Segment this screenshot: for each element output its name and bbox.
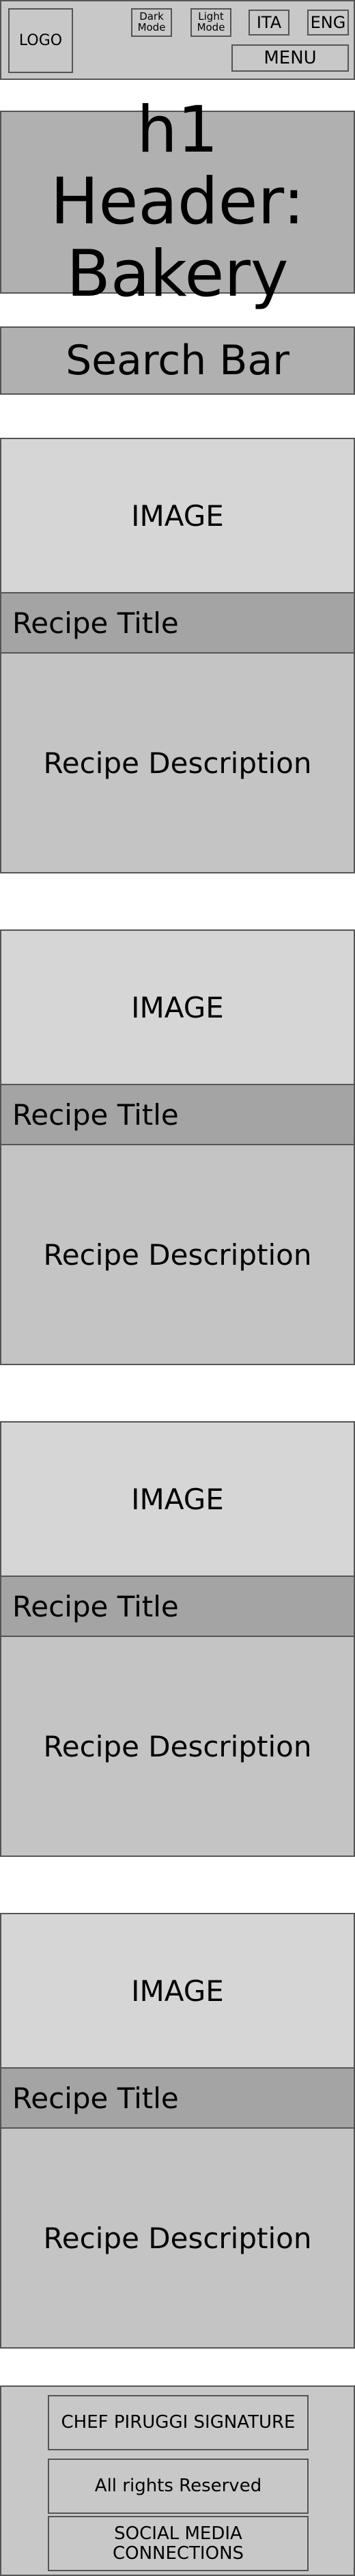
recipe-title[interactable]: Recipe Title (1, 593, 354, 654)
logo[interactable]: LOGO (8, 8, 73, 73)
recipe-image: IMAGE (1, 931, 354, 1085)
menu-button[interactable]: MENU (231, 44, 349, 72)
recipe-description: Recipe Description (1, 654, 354, 872)
recipe-card[interactable]: IMAGE Recipe Title Recipe Description (0, 1421, 355, 1857)
page-title: h1 Header: Bakery (0, 94, 355, 310)
language-eng-button[interactable]: ENG (307, 10, 349, 36)
top-bar: LOGO Dark Mode Light Mode ITA ENG MENU (0, 0, 355, 80)
recipe-description: Recipe Description (1, 2129, 354, 2347)
recipe-image: IMAGE (1, 439, 354, 593)
recipe-title[interactable]: Recipe Title (1, 2069, 354, 2129)
recipe-title[interactable]: Recipe Title (1, 1577, 354, 1637)
language-ita-button[interactable]: ITA (248, 10, 289, 36)
recipe-card[interactable]: IMAGE Recipe Title Recipe Description (0, 438, 355, 873)
recipe-image: IMAGE (1, 1423, 354, 1577)
dark-mode-button[interactable]: Dark Mode (131, 8, 172, 37)
chef-signature: CHEF PIRUGGI SIGNATURE (48, 2395, 309, 2450)
rights-notice: All rights Reserved (48, 2459, 309, 2514)
recipe-card[interactable]: IMAGE Recipe Title Recipe Description (0, 1913, 355, 2349)
recipe-description: Recipe Description (1, 1145, 354, 1364)
recipe-title[interactable]: Recipe Title (1, 1085, 354, 1145)
recipe-description: Recipe Description (1, 1637, 354, 1856)
recipe-image: IMAGE (1, 1914, 354, 2069)
recipe-card[interactable]: IMAGE Recipe Title Recipe Description (0, 929, 355, 1365)
search-bar[interactable]: Search Bar (0, 326, 355, 395)
footer: CHEF PIRUGGI SIGNATURE All rights Reserv… (0, 2385, 355, 2576)
social-media-links[interactable]: SOCIAL MEDIA CONNECTIONS (48, 2516, 309, 2571)
light-mode-button[interactable]: Light Mode (190, 8, 231, 37)
page: LOGO Dark Mode Light Mode ITA ENG MENU h… (0, 0, 355, 2576)
